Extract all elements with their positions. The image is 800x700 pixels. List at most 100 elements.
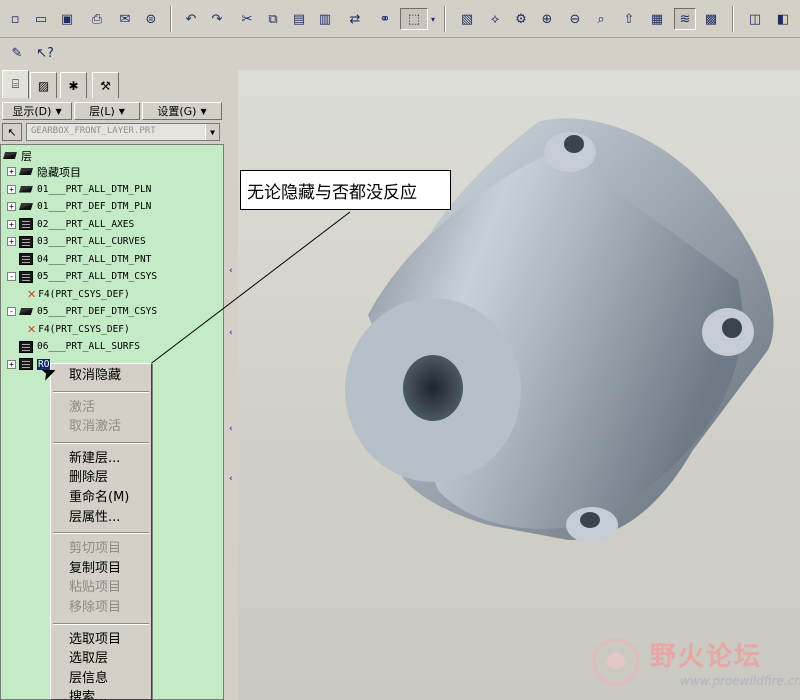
connections-tab[interactable]: ⚒	[92, 72, 119, 98]
redo-icon[interactable]: ↷	[206, 8, 228, 30]
expand-icon[interactable]: +	[7, 202, 16, 211]
regenerate-icon[interactable]: ⇄	[344, 8, 366, 30]
repaint-icon[interactable]: ▧	[456, 8, 478, 30]
layer-row[interactable]: +01___PRT_ALL_DTM_PLN	[7, 181, 151, 198]
context-menu-item[interactable]: 取消隐藏	[53, 366, 149, 385]
collapse-icon[interactable]: -	[7, 272, 16, 281]
layer-label: 01___PRT_ALL_DTM_PLN	[37, 183, 152, 195]
context-menu-item[interactable]: 新建层...	[69, 449, 120, 468]
datum-plane-layer-icon	[19, 203, 33, 210]
context-menu-item[interactable]: 重命名(M)	[69, 488, 129, 507]
chevron-down-icon: ▼	[118, 106, 125, 116]
context-menu-item[interactable]: 选取层	[69, 649, 108, 668]
chevron-down-icon: ▼	[200, 106, 207, 116]
expand-icon[interactable]: +	[7, 167, 16, 176]
cut-icon[interactable]: ✂	[236, 8, 258, 30]
view-manager-icon[interactable]: ⇧	[618, 8, 640, 30]
folder-browser-tab[interactable]: ▨	[30, 72, 57, 98]
new-icon[interactable]: ▫	[4, 8, 26, 30]
layer-label: 01___PRT_DEF_DTM_PLN	[37, 201, 152, 212]
layer-row[interactable]: - 05___PRT_ALL_DTM_CSYS	[7, 268, 157, 285]
send-mail-icon[interactable]: ✉	[114, 8, 136, 30]
paste-icon[interactable]: ▤	[288, 8, 310, 30]
context-menu-item[interactable]: 选取项目	[69, 630, 121, 649]
save-icon[interactable]: ▣	[56, 8, 78, 30]
spin-center-icon[interactable]: ⟡	[484, 8, 506, 30]
layer-row[interactable]: +03___PRT_ALL_CURVES	[7, 233, 146, 250]
collapse-left-icon[interactable]: ‹	[229, 474, 235, 484]
layer-stack-icon	[19, 253, 33, 265]
collapse-left-icon[interactable]: ‹	[229, 424, 235, 434]
coordinate-system-icon: ✕	[27, 322, 37, 336]
collapse-icon[interactable]: -	[7, 307, 16, 316]
expand-icon[interactable]: +	[7, 359, 16, 369]
layer-label: 05___PRT_ALL_DTM_CSYS	[37, 271, 158, 282]
chevron-down-icon: ▼	[55, 106, 62, 116]
chevron-down-icon[interactable]: ▼	[205, 124, 219, 140]
chevron-down-icon[interactable]: ▾	[428, 8, 438, 30]
collapse-left-icon[interactable]: ‹	[229, 328, 235, 338]
active-model-select[interactable]: GEARBOX_FRONT_LAYER.PRT ▼	[26, 123, 220, 141]
zoom-in-icon[interactable]: ⊕	[536, 8, 558, 30]
hidden-line-icon[interactable]: ◧	[772, 8, 794, 30]
expand-icon[interactable]: +	[7, 219, 16, 229]
layer-stack-icon	[19, 358, 33, 370]
panel-splitter[interactable]: ‹ ‹ ‹ ‹	[226, 70, 238, 700]
zoom-out-icon[interactable]: ⊖	[564, 8, 586, 30]
favorites-tab[interactable]: ✱	[60, 72, 87, 98]
layer-row[interactable]: - 05___PRT_DEF_DTM_CSYS	[7, 303, 157, 320]
layer-item-row[interactable]: ✕ F4(PRT_CSYS_DEF)	[27, 321, 130, 338]
undo-icon[interactable]: ↶	[180, 8, 202, 30]
find-icon[interactable]: ⚭	[374, 8, 396, 30]
layer-menu-button[interactable]: 层(L) ▼	[74, 102, 140, 120]
layer-row[interactable]: +01___PRT_DEF_DTM_PLN	[7, 198, 151, 215]
layer-row[interactable]: 06___PRT_ALL_SURFS	[7, 338, 140, 355]
select-box-icon[interactable]: ⬚	[400, 8, 428, 30]
context-menu-item: 粘贴项目	[69, 580, 122, 596]
copy-icon[interactable]: ⧉	[262, 8, 284, 30]
annotation-callout: 无论隐藏与否都没反应	[240, 170, 451, 210]
context-menu-item[interactable]: 层信息	[69, 669, 108, 688]
settings-menu-button[interactable]: 设置(G) ▼	[142, 102, 222, 120]
datum-plane-layer-icon	[19, 308, 33, 315]
layer-tree-root[interactable]: 层	[3, 147, 32, 164]
layer-label: 02___PRT_ALL_AXES	[37, 218, 135, 230]
menu-separator	[53, 390, 149, 393]
layer-row[interactable]: +02___PRT_ALL_AXES	[7, 216, 134, 233]
layer-stack-icon	[19, 340, 33, 353]
print-icon[interactable]: ⎙	[86, 8, 108, 30]
send-icon[interactable]: ⊜	[140, 8, 162, 30]
expand-icon[interactable]: +	[7, 184, 16, 194]
layer-row[interactable]: + 隐藏项目	[7, 163, 81, 180]
paste-special-icon[interactable]: ▥	[314, 8, 336, 30]
layer-row[interactable]: 04___PRT_ALL_DTM_PNT	[7, 251, 151, 268]
collapse-left-icon[interactable]: ‹	[229, 266, 235, 276]
layer-label: 06___PRT_ALL_SURFS	[37, 341, 140, 352]
named-views-icon[interactable]: ▦	[646, 8, 668, 30]
watermark-url: www.proewildfire.cn	[680, 674, 800, 688]
select-pointer-icon[interactable]: ↖	[2, 123, 22, 141]
model-tree-tab[interactable]: ⌸	[2, 70, 29, 98]
shading-icon[interactable]: ◫	[744, 8, 766, 30]
context-menu-item[interactable]: 搜索...	[69, 688, 107, 700]
graphics-window[interactable]	[238, 70, 800, 700]
display-menu-button[interactable]: 显示(D) ▼	[2, 102, 72, 120]
view-display-icon[interactable]: ▩	[700, 8, 722, 30]
expand-icon[interactable]: +	[7, 237, 16, 246]
whats-this-icon[interactable]: ↖?	[34, 42, 56, 64]
layer-item-row[interactable]: ✕ F4(PRT_CSYS_DEF)	[27, 286, 130, 303]
context-help-icon[interactable]: ✎	[6, 42, 28, 64]
layer-label: F4(PRT_CSYS_DEF)	[38, 288, 130, 300]
layers-icon[interactable]: ≋	[674, 8, 696, 30]
context-menu-item[interactable]: 删除层	[69, 468, 108, 487]
menu-separator	[53, 622, 149, 625]
context-menu-item[interactable]: 复制项目	[69, 559, 121, 578]
refit-icon[interactable]: ⌕	[590, 8, 612, 30]
toolbar-separator	[170, 6, 172, 32]
connections-icon: ⚒	[100, 78, 111, 93]
open-icon[interactable]: ▭	[30, 8, 52, 30]
tree-root-label: 层	[21, 149, 32, 163]
layer-context-menu: 取消隐藏 激活 取消激活 新建层... 删除层 重命名(M) 层属性... 剪切项目 复制项目粘…	[50, 363, 152, 700]
orient-icon[interactable]: ⚙	[510, 8, 532, 30]
context-menu-item[interactable]: 层属性...	[69, 508, 120, 527]
